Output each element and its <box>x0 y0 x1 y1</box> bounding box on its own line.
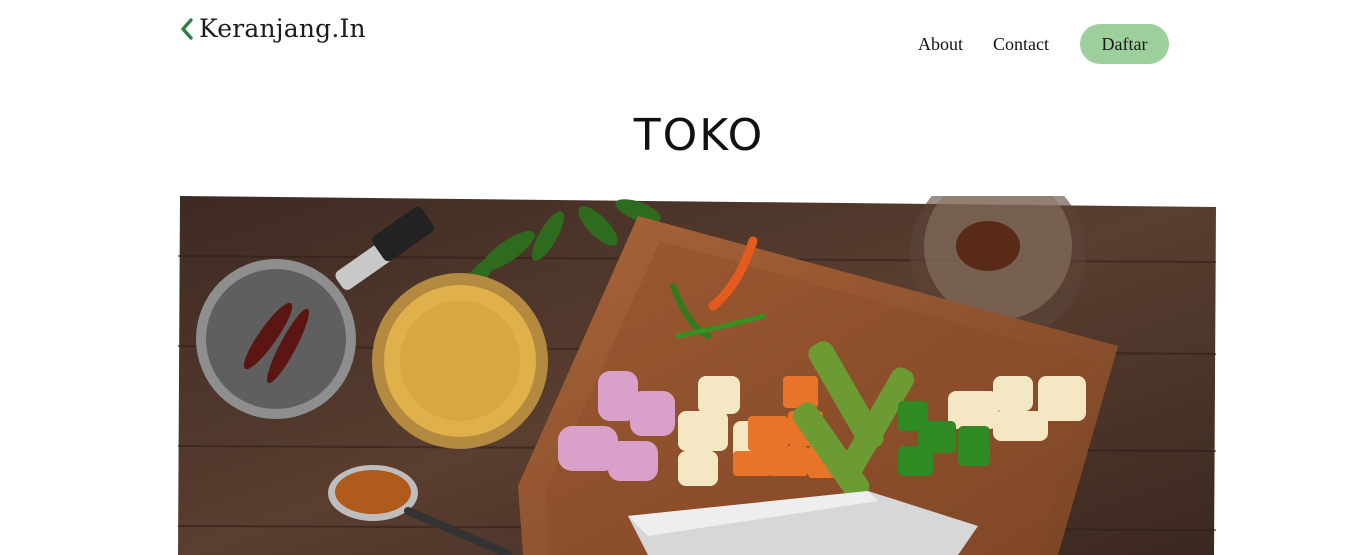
brand-logo[interactable]: Keranjang.In <box>179 14 366 43</box>
chevron-left-icon <box>179 17 195 41</box>
main-nav: About Contact Daftar <box>900 24 1170 64</box>
brand-name: Keranjang.In <box>199 14 366 43</box>
nav-about-link[interactable]: About <box>918 24 963 64</box>
nav-contact-link[interactable]: Contact <box>993 24 1049 64</box>
page-title: TOKO <box>633 110 765 161</box>
hero-image <box>178 196 1216 555</box>
daftar-button[interactable]: Daftar <box>1080 24 1169 64</box>
